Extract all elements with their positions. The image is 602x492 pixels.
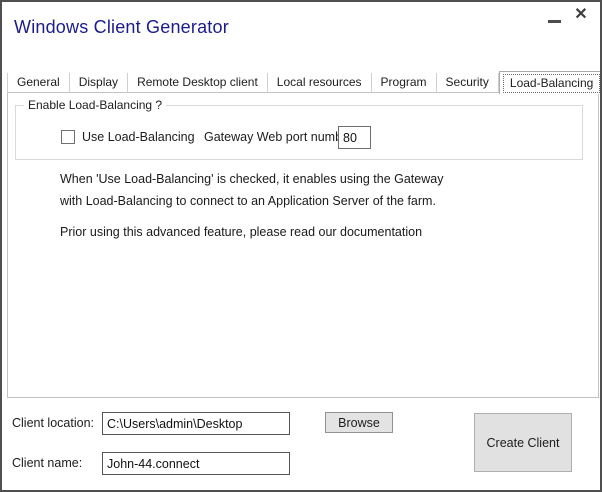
load-balancing-description: When 'Use Load-Balancing' is checked, it… (60, 168, 500, 243)
window-client-generator: Windows Client Generator ✕ General Displ… (0, 0, 602, 492)
gateway-port-label: Gateway Web port number (204, 130, 353, 144)
tab-general[interactable]: General (7, 73, 70, 93)
tab-security[interactable]: Security (437, 73, 499, 93)
groupbox-title: Enable Load-Balancing ? (24, 98, 166, 112)
tab-load-balancing-label: Load-Balancing (503, 74, 600, 93)
client-name-input[interactable] (102, 452, 290, 475)
minimize-icon (548, 20, 561, 23)
client-location-label: Client location: (12, 416, 94, 430)
close-button[interactable]: ✕ (572, 5, 590, 25)
tab-strip: General Display Remote Desktop client Lo… (7, 70, 602, 93)
browse-button[interactable]: Browse (325, 412, 393, 433)
tab-remote-desktop-client[interactable]: Remote Desktop client (128, 73, 268, 93)
client-name-label: Client name: (12, 456, 82, 470)
description-line-3: Prior using this advanced feature, pleas… (60, 221, 500, 243)
tab-local-resources[interactable]: Local resources (268, 73, 372, 93)
window-title: Windows Client Generator (14, 17, 229, 38)
description-line-1: When 'Use Load-Balancing' is checked, it… (60, 168, 500, 190)
client-location-input[interactable] (102, 412, 290, 435)
load-balancing-tab-panel: Enable Load-Balancing ? Use Load-Balanci… (7, 92, 599, 398)
minimize-button[interactable] (547, 13, 563, 27)
enable-load-balancing-group: Enable Load-Balancing ? Use Load-Balanci… (15, 105, 583, 160)
gateway-port-input[interactable] (338, 126, 371, 149)
tab-load-balancing[interactable]: Load-Balancing (499, 71, 602, 94)
description-line-2: with Load-Balancing to connect to an App… (60, 190, 500, 212)
create-client-button[interactable]: Create Client (474, 413, 572, 472)
tab-program[interactable]: Program (372, 73, 437, 93)
use-load-balancing-checkbox[interactable] (61, 130, 75, 144)
use-load-balancing-label[interactable]: Use Load-Balancing (82, 130, 195, 144)
tab-display[interactable]: Display (70, 73, 128, 93)
